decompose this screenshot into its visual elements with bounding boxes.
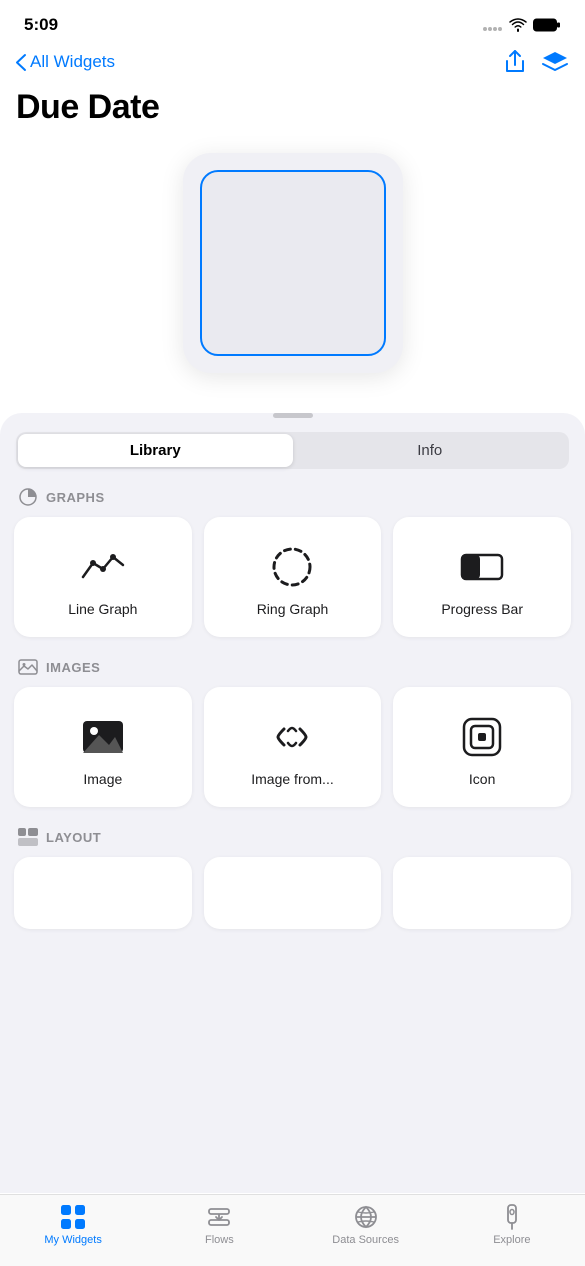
layers-icon [541, 48, 569, 76]
signal-icon [483, 19, 503, 31]
segment-info[interactable]: Info [293, 434, 568, 467]
image-from-icon [268, 713, 316, 761]
share-button[interactable] [503, 49, 527, 75]
bottom-sheet: Library Info GRAPHS Line Graph [0, 413, 585, 1193]
image-item[interactable]: Image [14, 687, 192, 807]
ring-graph-item[interactable]: Ring Graph [204, 517, 382, 637]
sheet-handle [273, 413, 313, 418]
images-section-header: IMAGES [0, 657, 585, 687]
widget-preview-card [183, 153, 403, 373]
widget-preview-inner [200, 170, 386, 356]
layout-label: LAYOUT [46, 830, 101, 845]
page-title: Due Date [0, 84, 585, 143]
layout-partial [0, 857, 585, 1049]
nav-actions [503, 48, 569, 76]
tab-flows-label: Flows [205, 1234, 234, 1246]
progress-bar-icon [458, 543, 506, 591]
images-icon [18, 659, 38, 675]
images-grid: Image Image from... Icon [0, 687, 585, 827]
battery-icon [533, 18, 561, 32]
data-sources-icon [352, 1203, 380, 1231]
progress-bar-label: Progress Bar [441, 601, 523, 617]
icon-label: Icon [469, 771, 495, 787]
images-section-icon [18, 657, 38, 677]
layout-item-3[interactable] [393, 857, 571, 929]
nav-bar: All Widgets [0, 44, 585, 84]
image-icon [79, 713, 127, 761]
line-graph-icon [79, 543, 127, 591]
graphs-label: GRAPHS [46, 490, 105, 505]
layout-item-2[interactable] [204, 857, 382, 929]
image-from-item[interactable]: Image from... [204, 687, 382, 807]
line-graph-item[interactable]: Line Graph [14, 517, 192, 637]
icon-item[interactable]: Icon [393, 687, 571, 807]
back-label: All Widgets [30, 52, 115, 72]
segment-control: Library Info [16, 432, 569, 469]
layout-section-icon [18, 827, 38, 847]
images-label: IMAGES [46, 660, 100, 675]
tab-flows[interactable]: Flows [184, 1203, 254, 1246]
chevron-left-icon [16, 54, 26, 71]
tab-my-widgets-label: My Widgets [44, 1234, 101, 1246]
share-icon [503, 49, 527, 75]
segment-library[interactable]: Library [18, 434, 293, 467]
tab-data-sources[interactable]: Data Sources [331, 1203, 401, 1246]
layout-icon [18, 828, 38, 846]
ring-graph-icon [268, 543, 316, 591]
tab-bar: My Widgets Flows Data Sources [0, 1194, 585, 1266]
image-from-label: Image from... [251, 771, 333, 787]
layers-button[interactable] [541, 48, 569, 76]
widget-preview-area [0, 143, 585, 403]
tab-explore[interactable]: Explore [477, 1203, 547, 1246]
ring-graph-label: Ring Graph [257, 601, 329, 617]
explore-icon [498, 1203, 526, 1231]
image-label: Image [83, 771, 122, 787]
layout-row [14, 857, 571, 929]
wifi-icon [509, 18, 527, 32]
flows-icon [205, 1203, 233, 1231]
graphs-section-header: GRAPHS [0, 487, 585, 517]
layout-section-header: LAYOUT [0, 827, 585, 857]
tab-data-sources-label: Data Sources [332, 1234, 399, 1246]
line-graph-label: Line Graph [68, 601, 137, 617]
tab-my-widgets[interactable]: My Widgets [38, 1203, 108, 1246]
status-time: 5:09 [24, 15, 58, 35]
status-bar: 5:09 [0, 0, 585, 44]
back-button[interactable]: All Widgets [16, 52, 115, 72]
pie-chart-icon [19, 488, 37, 506]
status-icons [483, 18, 561, 32]
progress-bar-item[interactable]: Progress Bar [393, 517, 571, 637]
graphs-grid: Line Graph Ring Graph Progress Bar [0, 517, 585, 657]
layout-item-1[interactable] [14, 857, 192, 929]
graphs-section-icon [18, 487, 38, 507]
icon-widget-icon [458, 713, 506, 761]
my-widgets-icon [59, 1203, 87, 1231]
tab-explore-label: Explore [493, 1234, 530, 1246]
